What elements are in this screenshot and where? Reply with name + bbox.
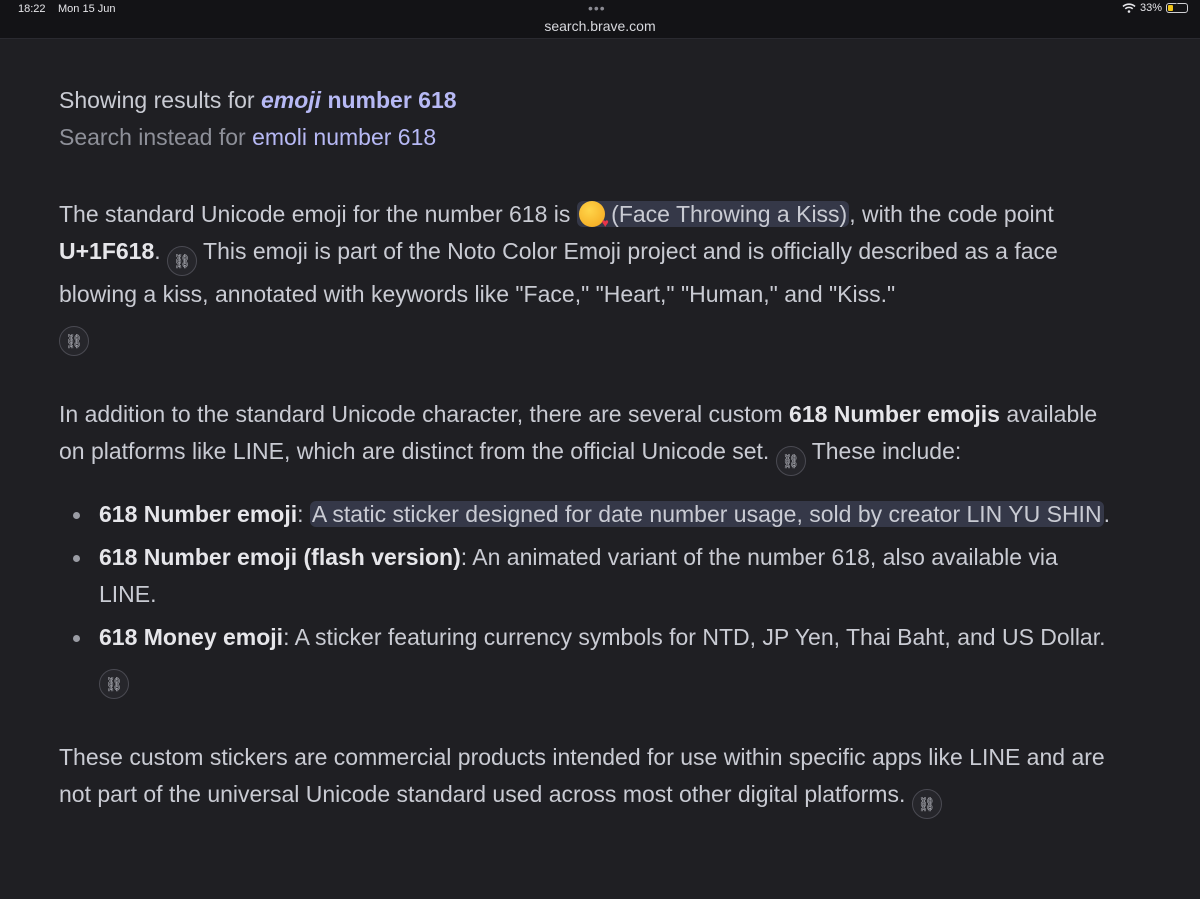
custom-emoji-list: 618 Number emoji: A static sticker desig… xyxy=(59,496,1119,699)
p2-bold: 618 Number emojis xyxy=(789,401,1000,427)
item-title: 618 Number emoji (flash version) xyxy=(99,544,461,570)
p1-text-b: , with the code point xyxy=(849,201,1054,227)
answer-paragraph-3: These custom stickers are commercial pro… xyxy=(59,739,1119,819)
url-bar[interactable]: search.brave.com xyxy=(0,18,1200,34)
item-rest: A sticker featuring currency symbols for… xyxy=(294,624,1106,650)
corrected-query-link[interactable]: emoji number 618 xyxy=(261,87,457,113)
emoji-highlight[interactable]: (Face Throwing a Kiss) xyxy=(576,201,850,229)
battery-icon: ⚡ xyxy=(1166,1,1188,13)
item-rest: . xyxy=(1103,501,1110,527)
item-sep: : xyxy=(460,544,473,570)
answer-paragraph-2: In addition to the standard Unicode char… xyxy=(59,396,1119,476)
item-title: 618 Number emoji xyxy=(99,501,298,527)
status-indicators: 33% ⚡ xyxy=(1122,1,1188,14)
corrected-query-italic: emoji xyxy=(260,87,322,113)
p1-text-d: This emoji is part of the Noto Color Emo… xyxy=(59,238,1058,307)
charging-bolt-icon: ⚡ xyxy=(1173,1,1181,12)
list-item: 618 Money emoji: A sticker featuring cur… xyxy=(73,619,1119,699)
browser-menu-dots[interactable]: ••• xyxy=(588,0,606,16)
face-throwing-kiss-emoji xyxy=(578,201,609,229)
p2-text-a: In addition to the standard Unicode char… xyxy=(59,401,790,427)
emoji-name: (Face Throwing a Kiss) xyxy=(604,201,848,227)
item-title: 618 Money emoji xyxy=(99,624,284,650)
citation-link-icon[interactable]: ⛓ xyxy=(775,446,806,476)
search-answer: Showing results for emoji number 618 Sea… xyxy=(59,82,1119,819)
browser-top-bar: 18:22 Mon 15 Jun ••• search.brave.com 33… xyxy=(0,0,1200,39)
p3-text: These custom stickers are commercial pro… xyxy=(59,744,1105,807)
citation-link-icon[interactable]: ⛓ xyxy=(59,326,89,356)
battery-fill xyxy=(1168,5,1173,11)
citation-link-icon[interactable]: ⛓ xyxy=(911,789,942,819)
search-instead-label: Search instead for xyxy=(59,124,246,150)
highlighted-text[interactable]: A static sticker designed for date numbe… xyxy=(309,501,1104,527)
original-query-link[interactable]: emoli number 618 xyxy=(252,124,436,150)
citation-link-icon[interactable]: ⛓ xyxy=(167,246,198,276)
showing-results-label: Showing results for xyxy=(59,87,255,113)
answer-paragraph-1: The standard Unicode emoji for the numbe… xyxy=(59,196,1119,356)
code-point: U+1F618 xyxy=(59,238,155,264)
status-time: 18:22 xyxy=(18,3,46,15)
item-sep: : xyxy=(283,624,295,650)
wifi-icon xyxy=(1122,3,1136,13)
list-item: 618 Number emoji (flash version): An ani… xyxy=(73,539,1119,613)
corrected-query-rest: number 618 xyxy=(327,87,457,113)
p1-text-a: The standard Unicode emoji for the numbe… xyxy=(59,201,577,227)
status-date: Mon 15 Jun xyxy=(58,3,116,15)
citation-link-icon[interactable]: ⛓ xyxy=(99,669,129,699)
list-item: 618 Number emoji: A static sticker desig… xyxy=(73,496,1119,533)
item-sep: : xyxy=(297,501,310,527)
p1-text-c: . xyxy=(154,238,168,264)
original-query-row: Search instead for emoli number 618 xyxy=(59,119,1119,156)
spelling-correction: Showing results for emoji number 618 xyxy=(59,82,1119,119)
p2-text-c: These include: xyxy=(805,438,962,464)
battery-percent: 33% xyxy=(1139,2,1162,14)
